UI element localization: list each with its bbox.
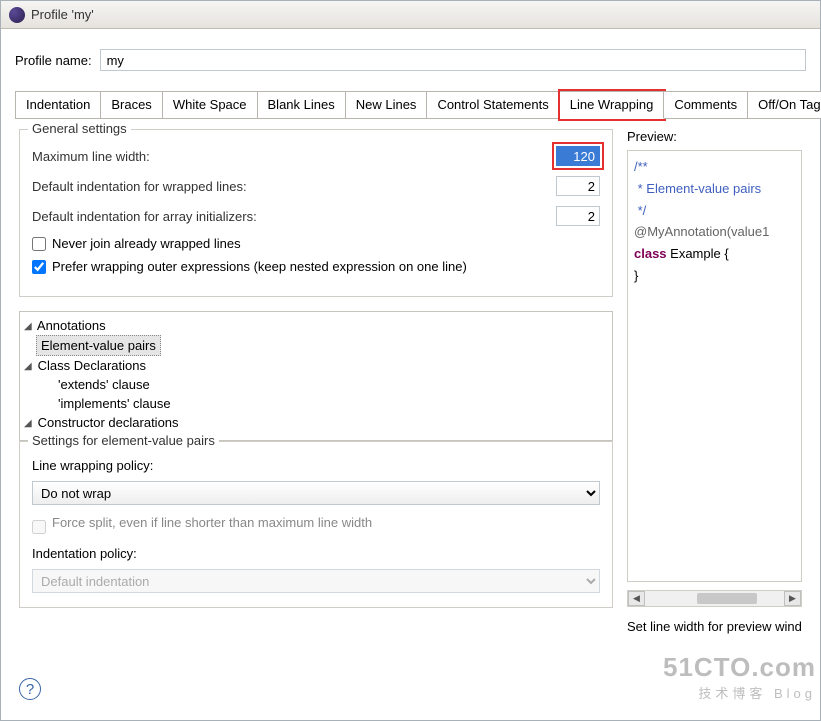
tree-item-extends-clause[interactable]: 'extends' clause — [22, 375, 610, 394]
max-line-width-label: Maximum line width: — [32, 149, 150, 164]
never-join-label[interactable]: Never join already wrapped lines — [52, 236, 241, 251]
settings-for-group: Settings for element-value pairs Line wr… — [19, 441, 613, 608]
code-annotation: @MyAnnotation(value1 — [634, 224, 769, 239]
tree-toggle-icon[interactable]: ◢ — [24, 321, 34, 332]
force-split-label: Force split, even if line shorter than m… — [52, 515, 372, 530]
left-column: General settings Maximum line width: Def… — [19, 129, 613, 634]
tab-braces[interactable]: Braces — [101, 91, 162, 119]
help-icon[interactable]: ? — [19, 678, 41, 700]
tab-control-statements[interactable]: Control Statements — [427, 91, 559, 119]
wrapping-policy-label: Line wrapping policy: — [32, 458, 600, 473]
profile-name-label: Profile name: — [15, 53, 92, 68]
settings-for-title: Settings for element-value pairs — [28, 433, 219, 448]
preview-label: Preview: — [627, 129, 802, 144]
default-indent-wrapped-input[interactable] — [556, 176, 600, 196]
tree-toggle-icon[interactable]: ◢ — [24, 361, 34, 372]
scroll-right-arrow-icon[interactable]: ▶ — [784, 591, 801, 606]
titlebar-text: Profile 'my' — [31, 7, 94, 22]
tab-indentation[interactable]: Indentation — [15, 91, 101, 119]
tab-off-on-tags[interactable]: Off/On Tags — [748, 91, 821, 119]
indentation-policy-select: Default indentation — [32, 569, 600, 593]
tree-item-implements-clause[interactable]: 'implements' clause — [22, 394, 610, 413]
tree-item-element-value-pairs[interactable]: Element-value pairs — [36, 335, 161, 356]
tab-new-lines[interactable]: New Lines — [346, 91, 428, 119]
right-column: Preview: /** * Element-value pairs */ @M… — [627, 129, 802, 634]
preview-area: /** * Element-value pairs */ @MyAnnotati… — [627, 150, 802, 582]
tab-line-wrapping[interactable]: Line Wrapping — [560, 91, 665, 119]
code-comment: /** * Element-value pairs */ — [634, 159, 761, 218]
default-indent-wrapped-label: Default indentation for wrapped lines: — [32, 179, 247, 194]
max-line-width-row: Maximum line width: — [32, 146, 600, 166]
code-close: } — [634, 268, 638, 283]
tab-comments[interactable]: Comments — [664, 91, 748, 119]
watermark-big: 51CTO.com — [663, 652, 816, 683]
watermark: 51CTO.com 技术博客 Blog — [663, 652, 816, 702]
default-indent-array-row: Default indentation for array initialize… — [32, 206, 600, 226]
profile-name-row: Profile name: — [15, 49, 806, 71]
category-tree[interactable]: ◢ Annotations Element-value pairs ◢ Clas… — [19, 311, 613, 441]
preview-code: /** * Element-value pairs */ @MyAnnotati… — [634, 157, 797, 288]
code-plain: Example { — [667, 246, 729, 261]
titlebar: Profile 'my' — [1, 1, 820, 29]
profile-name-input[interactable] — [100, 49, 806, 71]
scroll-thumb[interactable] — [697, 593, 757, 604]
general-settings-title: General settings — [28, 121, 131, 136]
tree-item-constructor-declarations[interactable]: ◢ Constructor declarations — [22, 413, 610, 432]
watermark-small: 技术博客 Blog — [663, 683, 816, 702]
tree-toggle-icon[interactable]: ◢ — [24, 418, 34, 429]
never-join-checkbox[interactable] — [32, 237, 46, 251]
general-settings-group: General settings Maximum line width: Def… — [19, 129, 613, 297]
dialog-window: Profile 'my' Profile name: Indentation B… — [0, 0, 821, 721]
prefer-outer-row: Prefer wrapping outer expressions (keep … — [32, 259, 600, 274]
force-split-row: Force split, even if line shorter than m… — [32, 515, 600, 538]
prefer-outer-checkbox[interactable] — [32, 260, 46, 274]
indentation-policy-label: Indentation policy: — [32, 546, 600, 561]
preview-width-hint: Set line width for preview window — [627, 619, 802, 634]
tab-strip: Indentation Braces White Space Blank Lin… — [15, 91, 806, 119]
default-indent-array-input[interactable] — [556, 206, 600, 226]
default-indent-wrapped-row: Default indentation for wrapped lines: — [32, 176, 600, 196]
eclipse-icon — [9, 7, 25, 23]
default-indent-array-label: Default indentation for array initialize… — [32, 209, 257, 224]
main-columns: General settings Maximum line width: Def… — [15, 119, 806, 644]
tab-blank-lines[interactable]: Blank Lines — [258, 91, 346, 119]
tree-item-class-declarations[interactable]: ◢ Class Declarations — [22, 356, 610, 375]
max-line-width-input[interactable] — [556, 146, 600, 166]
code-keyword: class — [634, 246, 667, 261]
prefer-outer-label[interactable]: Prefer wrapping outer expressions (keep … — [52, 259, 467, 274]
scroll-left-arrow-icon[interactable]: ◀ — [628, 591, 645, 606]
wrapping-policy-select[interactable]: Do not wrap — [32, 481, 600, 505]
preview-horizontal-scrollbar[interactable]: ◀ ▶ — [627, 590, 802, 607]
tab-white-space[interactable]: White Space — [163, 91, 258, 119]
force-split-checkbox — [32, 520, 46, 534]
tree-item-annotations[interactable]: ◢ Annotations — [22, 316, 610, 335]
never-join-row: Never join already wrapped lines — [32, 236, 600, 251]
dialog-body: Profile name: Indentation Braces White S… — [1, 29, 820, 644]
